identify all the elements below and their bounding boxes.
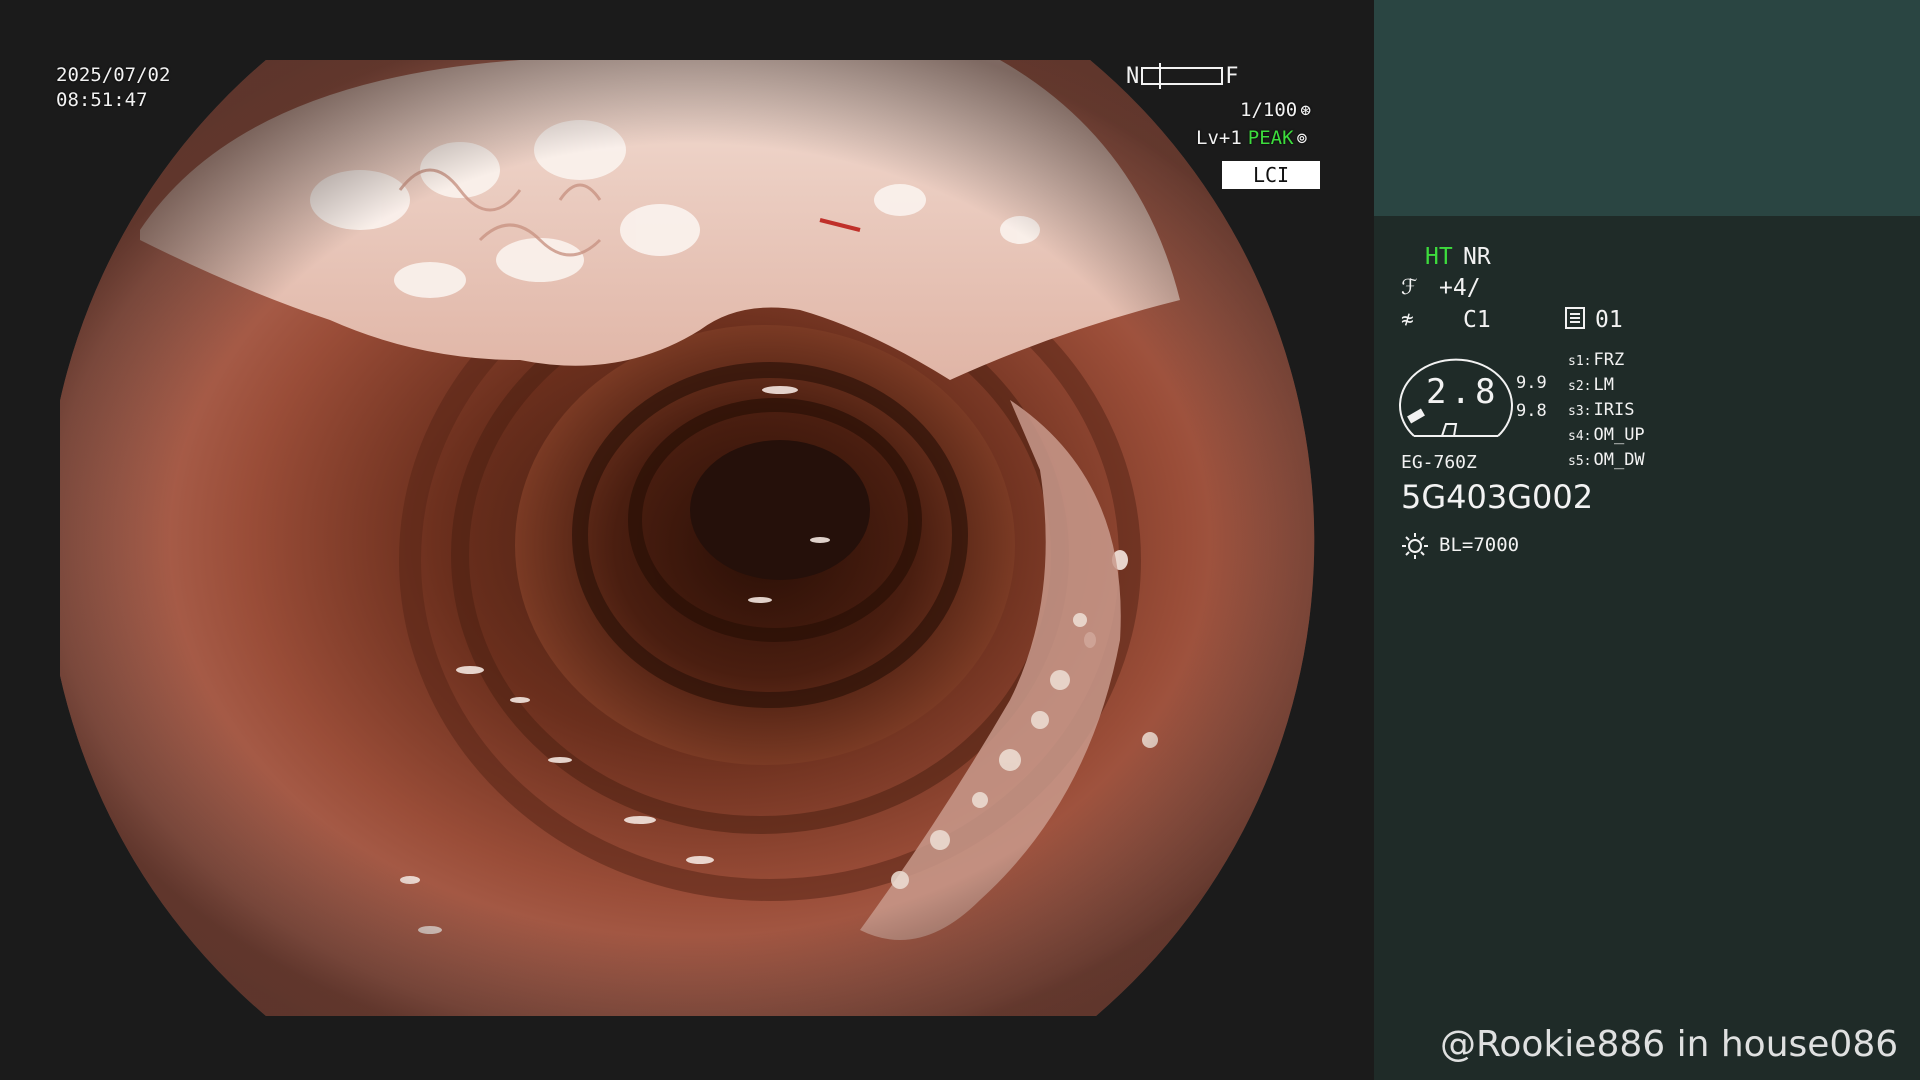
panel-bottom bbox=[1374, 216, 1920, 1080]
brightness-level: Lv+1 PEAK ⊚ bbox=[1196, 127, 1307, 149]
endoscopic-image bbox=[60, 60, 1315, 1016]
endoscope-view: 2025/07/02 08:51:47 N F 1/100 ⊛ Lv+1 PEAK ⊚… bbox=[0, 0, 1374, 1080]
color-mode-icon: ≉ bbox=[1401, 307, 1414, 331]
near-far-indicator: N F bbox=[1126, 63, 1239, 89]
mode-badge: LCI bbox=[1222, 161, 1320, 189]
zoom-sub-value-2: 9.8 bbox=[1516, 401, 1547, 421]
exam-date: 2025/07/02 bbox=[56, 64, 171, 86]
peak-icon: ⊚ bbox=[1296, 128, 1308, 149]
switch-1: s1: FRZ bbox=[1568, 350, 1625, 370]
shutter-icon: ⊛ bbox=[1300, 100, 1312, 121]
near-label: N bbox=[1126, 63, 1140, 89]
switch-2: s2: LM bbox=[1568, 375, 1614, 395]
zoom-sub-value-1: 9.9 bbox=[1516, 373, 1547, 393]
scope-serial: 5G403G002 bbox=[1401, 478, 1594, 516]
light-value: BL=7000 bbox=[1439, 534, 1520, 556]
switch-3: s3: IRIS bbox=[1568, 400, 1635, 420]
light-source-icon bbox=[1402, 533, 1428, 559]
color-mode-value: C1 bbox=[1463, 307, 1491, 333]
shutter-speed: 1/100 ⊛ bbox=[1240, 99, 1374, 121]
memory-value: 01 bbox=[1595, 307, 1623, 333]
enhancement-icon: ℱ bbox=[1401, 275, 1418, 299]
enhancement-value: +4/ bbox=[1439, 275, 1481, 301]
peak-label: PEAK bbox=[1247, 127, 1294, 149]
focus-bar bbox=[1141, 63, 1224, 89]
watermark-text: @Rookie886 in house086 bbox=[1440, 1024, 1899, 1065]
nr-label: NR bbox=[1463, 244, 1491, 270]
exam-time: 08:51:47 bbox=[56, 89, 148, 111]
far-label: F bbox=[1225, 63, 1239, 89]
panel-top bbox=[1374, 0, 1920, 216]
scope-model: EG-760Z bbox=[1401, 452, 1477, 473]
level-value: Lv+1 bbox=[1196, 127, 1242, 149]
zoom-value: 2.8 bbox=[1426, 372, 1500, 412]
ht-label: HT bbox=[1425, 244, 1453, 270]
switch-5: s5: OM_DW bbox=[1568, 450, 1645, 470]
shutter-value: 1/100 bbox=[1240, 99, 1298, 121]
switch-4: s4: OM_UP bbox=[1568, 425, 1645, 445]
memory-icon bbox=[1565, 307, 1585, 329]
